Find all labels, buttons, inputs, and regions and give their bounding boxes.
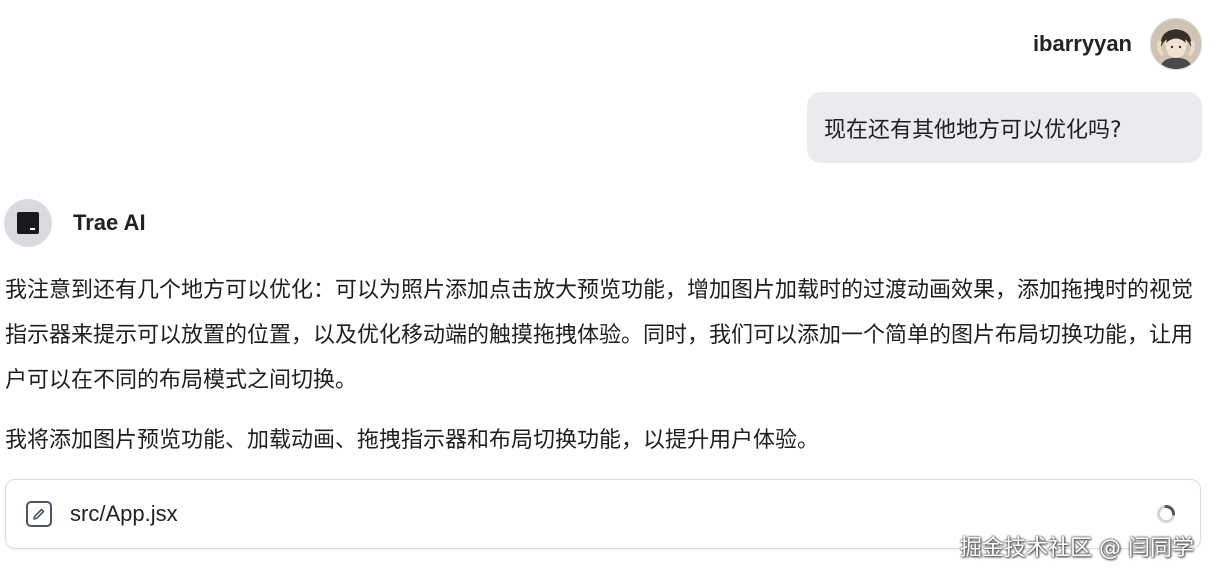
loading-spinner-icon	[1157, 505, 1175, 523]
assistant-paragraph-1: 我注意到还有几个地方可以优化：可以为照片添加点击放大预览功能，增加图片加载时的过…	[5, 278, 1194, 393]
assistant-name: Trae AI	[73, 210, 146, 235]
edit-file-icon	[26, 501, 52, 527]
trae-logo-icon	[4, 199, 52, 247]
user-message-text: 现在还有其他地方可以优化吗?	[824, 117, 1122, 143]
file-name[interactable]: src/App.jsx	[70, 501, 178, 527]
chat-page: ibarryyan 现在还有其他地方可以优化吗? Trae AI 我注意到还有几…	[0, 0, 1212, 576]
user-message-bubble: 现在还有其他地方可以优化吗?	[807, 92, 1202, 163]
assistant-header: Trae AI	[4, 199, 146, 247]
assistant-paragraph-2: 我将添加图片预览功能、加载动画、拖拽指示器和布局切换功能，以提升用户体验。	[5, 428, 820, 453]
watermark: 掘金技术社区 @ 闫同学	[960, 536, 1194, 561]
user-avatar[interactable]	[1150, 18, 1202, 70]
user-message-header: ibarryyan	[1033, 18, 1202, 70]
user-name: ibarryyan	[1032, 31, 1132, 56]
avatar-portrait-icon	[1157, 29, 1195, 69]
